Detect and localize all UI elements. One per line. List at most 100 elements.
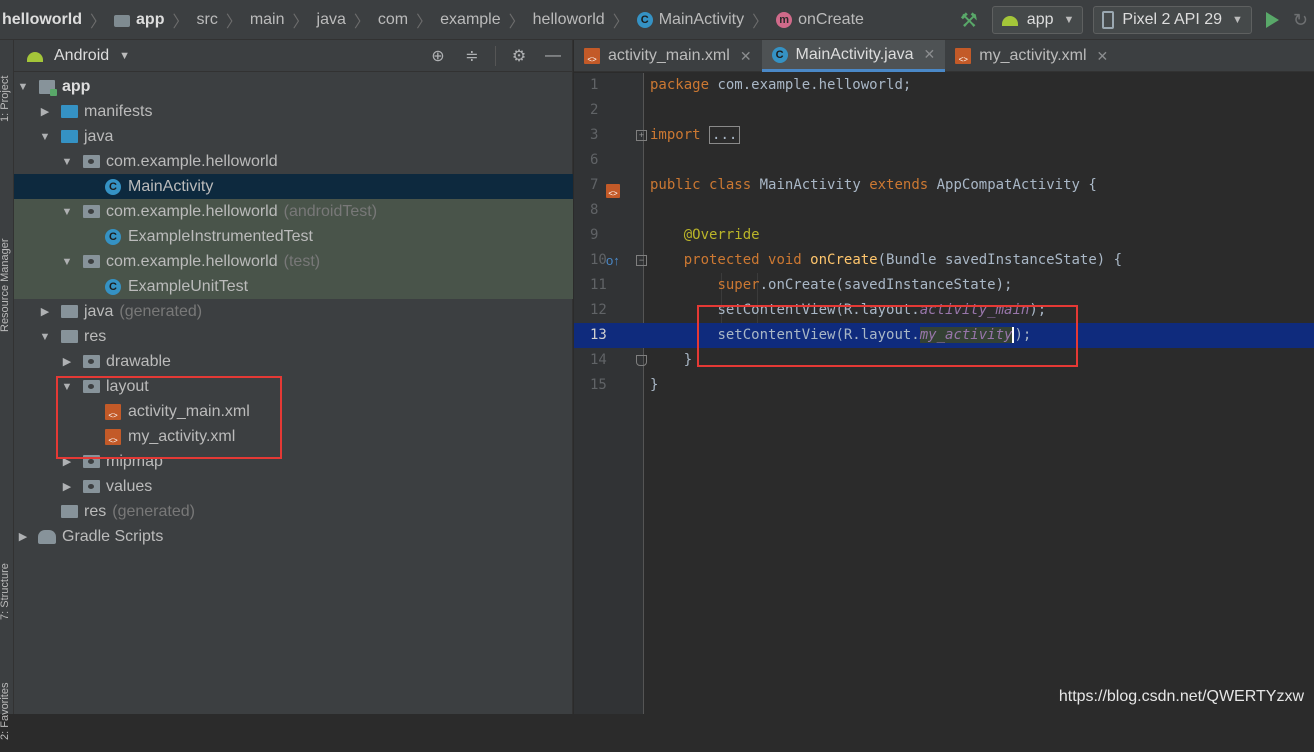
tree-node-instrumented-test[interactable]: C ExampleInstrumentedTest [14, 224, 573, 249]
breadcrumb-helloworld[interactable]: helloworld [531, 11, 607, 29]
collapsed-arrow-icon[interactable]: ▶ [60, 480, 74, 493]
package-icon [82, 204, 100, 220]
breadcrumb-module[interactable]: app [112, 11, 166, 29]
tree-node-label: com.example.helloworld [106, 203, 278, 221]
breadcrumb-com[interactable]: com [376, 11, 410, 29]
collapsed-arrow-icon[interactable]: ▶ [16, 530, 30, 543]
tree-node-drawable[interactable]: ▶ drawable [14, 349, 573, 374]
tree-node-res-generated[interactable]: res (generated) [14, 499, 573, 524]
collapsed-arrow-icon[interactable]: ▶ [38, 305, 52, 318]
close-icon[interactable]: ✕ [740, 48, 752, 65]
tree-node-suffix: (test) [284, 253, 320, 271]
chevron-right-icon: 〉 [752, 8, 768, 32]
tree-node-package[interactable]: ▼ com.example.helloworld [14, 149, 573, 174]
token: (Bundle savedInstanceState) { [878, 252, 1122, 268]
line-number: 8 [574, 198, 604, 223]
close-icon[interactable]: ✕ [1097, 48, 1109, 65]
code-area[interactable]: package com.example.helloworld; import .… [644, 73, 1314, 714]
breadcrumb-project[interactable]: helloworld [0, 11, 84, 29]
expanded-arrow-icon[interactable]: ▼ [60, 206, 74, 218]
breadcrumb-method[interactable]: monCreate [774, 11, 866, 29]
tree-node-mainactivity[interactable]: C MainActivity [14, 174, 573, 199]
tree-node-java[interactable]: ▼ java [14, 124, 573, 149]
tree-node-label: MainActivity [128, 178, 213, 196]
tab-label: 1: Project [0, 76, 11, 122]
collapsed-arrow-icon[interactable]: ▶ [60, 355, 74, 368]
device-select[interactable]: Pixel 2 API 29 ▼ [1093, 6, 1252, 34]
line-number: 14 [574, 348, 604, 373]
chevron-right-icon: 〉 [416, 8, 432, 32]
locate-icon[interactable]: ⊕ [427, 45, 449, 67]
token: .onCreate(savedInstanceState); [760, 277, 1013, 293]
tree-node-package-androidtest[interactable]: ▼ com.example.helloworld (androidTest) [14, 199, 573, 224]
expanded-arrow-icon[interactable]: ▼ [16, 81, 30, 93]
resources-folder-icon [60, 329, 78, 345]
tab-my-activity-xml[interactable]: <> my_activity.xml ✕ [945, 40, 1118, 72]
token: import [650, 127, 701, 143]
minimize-icon[interactable]: — [542, 45, 564, 67]
tab-favorites[interactable]: 2: Favorites [0, 740, 13, 752]
folder-icon [60, 104, 78, 120]
tree-node-app[interactable]: ▼ app [14, 74, 573, 99]
expanded-arrow-icon[interactable]: ▼ [38, 331, 52, 343]
folded-imports[interactable]: ... [709, 126, 740, 144]
expanded-arrow-icon[interactable]: ▼ [60, 156, 74, 168]
tab-structure[interactable]: 7: Structure [0, 620, 13, 632]
test-class-icon: C [104, 229, 122, 245]
line-number: 11 [574, 273, 604, 298]
run-toolbar: ⚒ app ▼ Pixel 2 API 29 ▼ ↻ [958, 0, 1314, 40]
token: @Override [684, 227, 760, 243]
highlight-box-setcontentview [697, 305, 1078, 367]
tree-node-package-test[interactable]: ▼ com.example.helloworld (test) [14, 249, 573, 274]
chevron-right-icon: 〉 [354, 8, 370, 32]
tree-node-res[interactable]: ▼ res [14, 324, 573, 349]
close-icon[interactable]: ✕ [924, 46, 936, 63]
chevron-right-icon: 〉 [172, 8, 188, 32]
line-number: 6 [574, 148, 604, 173]
class-icon: C [637, 12, 653, 28]
tab-mainactivity-java[interactable]: C MainActivity.java ✕ [762, 40, 946, 72]
tree-node-values[interactable]: ▶ values [14, 474, 573, 499]
tab-project[interactable]: 1: Project [0, 122, 13, 134]
breadcrumb-label: onCreate [798, 11, 864, 29]
tree-node-manifests[interactable]: ▶ manifests [14, 99, 573, 124]
class-icon: C [772, 47, 788, 63]
line-number: 2 [574, 98, 604, 123]
breadcrumb-label: com [378, 11, 408, 29]
tree-node-unit-test[interactable]: C ExampleUnitTest [14, 274, 573, 299]
collapse-all-icon[interactable]: ≑ [461, 45, 483, 67]
watermark: https://blog.csdn.net/QWERTYzxw [1059, 688, 1304, 706]
breadcrumb-main[interactable]: main [248, 11, 287, 29]
tree-node-java-generated[interactable]: ▶ java (generated) [14, 299, 573, 324]
tree-node-gradle-scripts[interactable]: ▶ Gradle Scripts [14, 524, 573, 549]
token: super [717, 277, 759, 293]
xml-layout-icon[interactable]: <> [606, 178, 620, 203]
apply-changes-icon[interactable]: ↻ [1293, 10, 1308, 31]
module-icon [38, 79, 56, 95]
breadcrumb-class[interactable]: CMainActivity [635, 11, 746, 29]
run-configuration-select[interactable]: app ▼ [992, 6, 1084, 34]
override-icon[interactable]: o↑ [606, 248, 620, 273]
expanded-arrow-icon[interactable]: ▼ [60, 256, 74, 268]
tree-node-suffix: (androidTest) [284, 203, 377, 221]
collapsed-arrow-icon[interactable]: ▶ [38, 105, 52, 118]
build-hammer-icon[interactable]: ⚒ [958, 9, 980, 31]
gear-icon[interactable]: ⚙ [508, 45, 530, 67]
gradle-elephant-icon [38, 529, 56, 545]
expanded-arrow-icon[interactable]: ▼ [38, 131, 52, 143]
tab-label: 7: Structure [0, 563, 11, 620]
view-mode-select[interactable]: Android [54, 47, 109, 65]
breadcrumb-java[interactable]: java [315, 11, 348, 29]
breadcrumb-src[interactable]: src [194, 11, 219, 29]
tab-activity-main-xml[interactable]: <> activity_main.xml ✕ [574, 40, 762, 72]
token: onCreate [810, 252, 877, 268]
android-icon [26, 50, 44, 62]
dropdown-arrow-icon[interactable]: ▼ [119, 50, 130, 62]
breadcrumb: helloworld 〉 app 〉 src 〉 main 〉 java 〉 c… [0, 0, 866, 39]
tab-resource-manager[interactable]: Resource Manager [0, 332, 13, 344]
run-icon[interactable] [1266, 12, 1279, 28]
token: extends [869, 177, 928, 193]
run-configuration-label: app [1027, 11, 1054, 29]
line-number-current: 13 [574, 323, 644, 348]
breadcrumb-example[interactable]: example [438, 11, 502, 29]
